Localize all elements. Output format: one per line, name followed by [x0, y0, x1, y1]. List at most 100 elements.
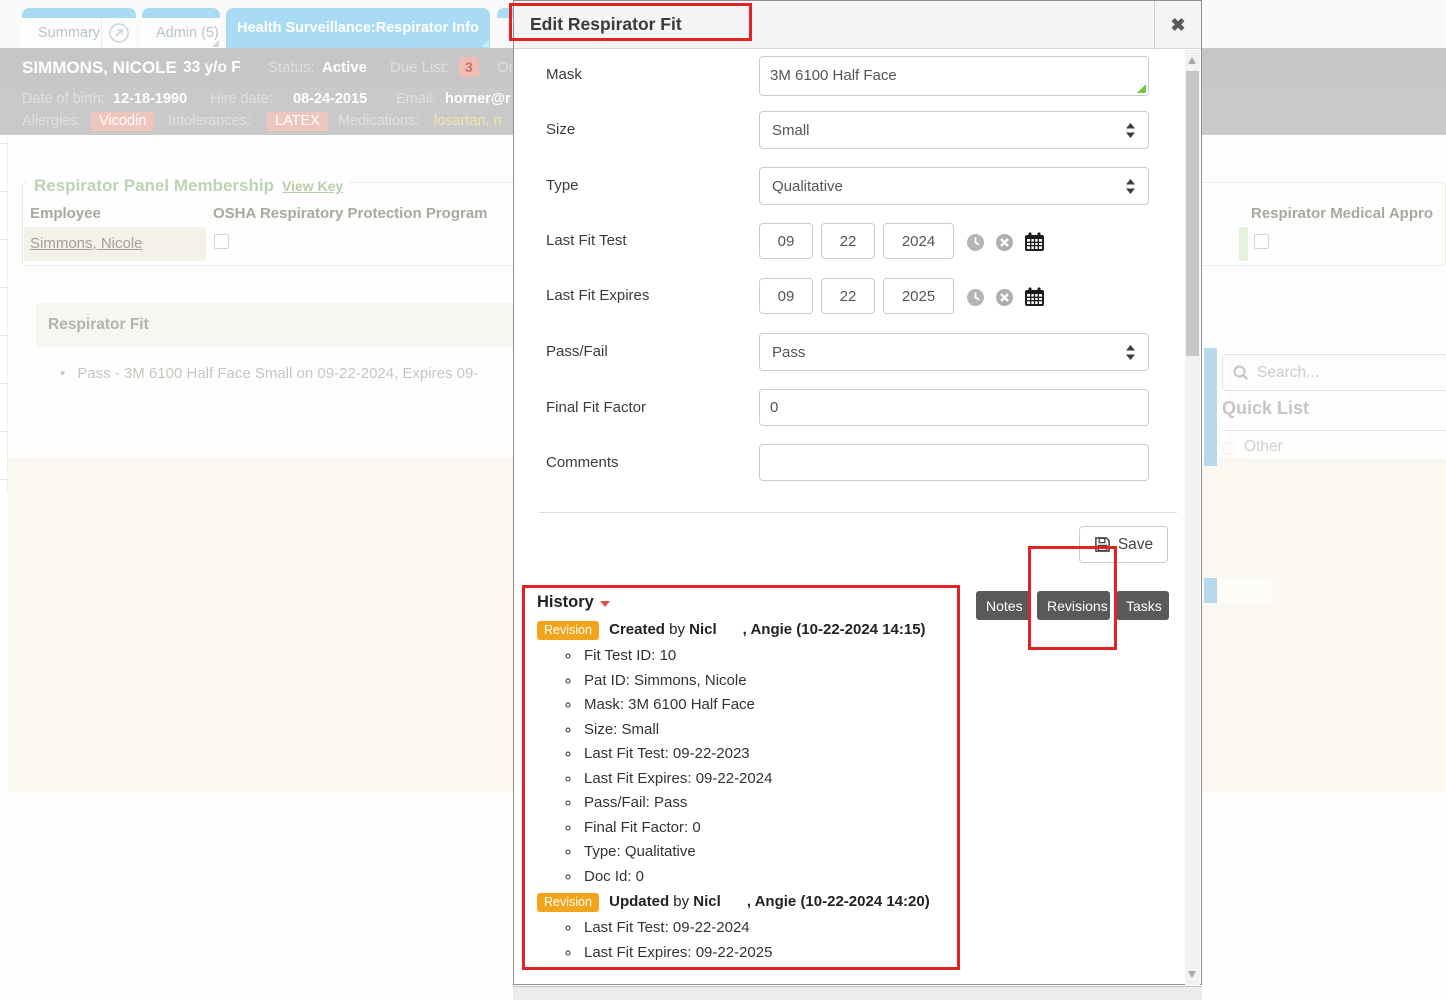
history-detail-list: Fit Test ID: 10 Pat ID: Simmons, Nicole … — [537, 644, 947, 889]
dialog-title: Edit Respirator Fit — [530, 14, 682, 35]
mask-value: 3M 6100 Half Face — [770, 67, 897, 84]
history-detail: Last Fit Expires: 09-22-2025 — [581, 941, 947, 966]
timestamp: (10-22-2024 14:20) — [800, 893, 929, 910]
action-text: Created — [609, 621, 665, 638]
history-title[interactable]: History — [537, 593, 947, 612]
search-input[interactable] — [1257, 364, 1446, 382]
dialog-scrollbar[interactable] — [1185, 50, 1200, 985]
mask-label: Mask — [546, 66, 582, 83]
search-box[interactable] — [1222, 354, 1446, 391]
history-detail: Final Fit Factor: 0 — [581, 816, 947, 841]
quick-list-title: Quick List — [1222, 398, 1309, 419]
close-icon[interactable]: ✖ — [1154, 1, 1201, 49]
lfe-day-input[interactable] — [821, 278, 875, 314]
lfe-month-input[interactable] — [759, 278, 813, 314]
pass-fail-select[interactable]: Pass — [759, 333, 1149, 371]
lft-year-input[interactable] — [883, 223, 954, 259]
hire-date-label: Hire date: — [210, 91, 273, 107]
user-name-part: , Angie — [743, 621, 792, 638]
respirator-fit-entry: •Pass - 3M 6100 Half Face Small on 09-22… — [60, 365, 478, 382]
action-text: Updated — [609, 893, 669, 910]
history-entry-header: Revision Updated by Nicl, Angie (10-22-2… — [537, 891, 947, 913]
scrollbar-thumb[interactable] — [1186, 71, 1199, 356]
history-detail: Last Fit Test: 09-22-2024 — [581, 916, 947, 941]
column-employee: Employee — [30, 205, 101, 222]
intolerances-label: Intolerances: — [168, 113, 251, 129]
divider — [1222, 430, 1446, 431]
osha-program-checkbox[interactable] — [214, 234, 229, 249]
app-screen: Summary Admin (5) Health Surveillance:Re… — [0, 0, 1446, 1000]
tab-admin[interactable]: Admin (5) — [142, 8, 220, 48]
history-detail: Last Fit Expires: 09-22-2024 — [581, 767, 947, 792]
size-select[interactable]: Small — [759, 111, 1149, 149]
lft-day-input[interactable] — [821, 223, 875, 259]
scroll-down-icon[interactable] — [1188, 971, 1196, 978]
last-fit-expires-label: Last Fit Expires — [546, 287, 649, 304]
quick-list-accent-square — [1204, 578, 1217, 603]
medical-approval-checkbox[interactable] — [1254, 234, 1269, 249]
history-detail: Size: Small — [581, 718, 947, 743]
calendar-icon[interactable] — [1024, 232, 1045, 257]
patient-age-sex: 33 y/o F — [183, 59, 241, 77]
last-fit-test-label: Last Fit Test — [546, 232, 627, 249]
history-detail: Last Fit Test: 09-22-2023 — [581, 742, 947, 767]
history-detail-list: Last Fit Test: 09-22-2024 Last Fit Expir… — [537, 916, 947, 965]
tab-health-surveillance[interactable]: Health Surveillance:Respirator Info — [226, 8, 490, 48]
open-in-new-icon[interactable] — [101, 18, 136, 48]
approval-status-cell — [1239, 227, 1248, 261]
clock-icon[interactable] — [966, 233, 985, 257]
save-button-label: Save — [1118, 536, 1153, 554]
type-select[interactable]: Qualitative — [759, 167, 1149, 205]
due-list-count-badge[interactable]: 3 — [459, 57, 479, 77]
comments-label: Comments — [546, 454, 619, 471]
by-text: by — [673, 893, 689, 910]
notes-button[interactable]: Notes — [976, 591, 1031, 620]
revisions-button[interactable]: Revisions — [1037, 591, 1110, 620]
tab-summary-label: Summary — [22, 25, 101, 41]
calendar-icon[interactable] — [1024, 287, 1045, 312]
email-value: horner@r — [445, 91, 511, 107]
pass-fail-value: Pass — [772, 344, 805, 361]
tasks-button[interactable]: Tasks — [1116, 591, 1169, 620]
chevron-down-icon — [600, 601, 610, 607]
comments-input[interactable] — [759, 444, 1149, 481]
status-label: Status: — [268, 59, 315, 76]
lft-month-input[interactable] — [759, 223, 813, 259]
by-text: by — [669, 621, 685, 638]
clock-icon[interactable] — [966, 288, 985, 312]
history-detail: Type: Qualitative — [581, 840, 947, 865]
employee-link[interactable]: Simmons, Nicole — [30, 235, 143, 252]
scroll-up-icon[interactable] — [1188, 57, 1196, 64]
mask-field[interactable]: 3M 6100 Half Face — [759, 56, 1149, 96]
lfe-year-input[interactable] — [883, 278, 954, 314]
column-respirator-medical: Respirator Medical Appro — [1251, 205, 1443, 222]
view-key-link[interactable]: View Key — [282, 178, 343, 194]
history-title-text: History — [537, 593, 594, 612]
resize-handle-icon[interactable] — [1137, 84, 1146, 93]
other-radio[interactable] — [1222, 442, 1235, 455]
tab-summary[interactable]: Summary — [22, 8, 136, 48]
type-value: Qualitative — [772, 178, 843, 195]
clear-date-icon[interactable] — [995, 233, 1014, 257]
quick-list-item-other[interactable]: Other — [1244, 438, 1283, 456]
save-button[interactable]: Save — [1079, 526, 1168, 563]
email-label: Email: — [396, 91, 436, 107]
type-label: Type — [546, 177, 579, 194]
final-fit-factor-input[interactable] — [759, 389, 1149, 426]
edit-respirator-fit-dialog: Edit Respirator Fit ✖ Mask 3M 6100 Half … — [513, 0, 1202, 985]
status-value: Active — [322, 59, 367, 76]
bullet-icon: • — [60, 365, 65, 382]
divider — [1248, 461, 1446, 462]
user-name-part: , Angie — [747, 893, 796, 910]
medications-label: Medications: — [338, 113, 419, 129]
due-list-label: Due List: — [390, 59, 449, 76]
allergies-label: Allergies: — [22, 113, 82, 129]
user-name-part: Nicl — [689, 621, 717, 638]
size-label: Size — [546, 121, 575, 138]
tab-admin-label: Admin (5) — [142, 25, 219, 41]
clear-date-icon[interactable] — [995, 288, 1014, 312]
history-entry-header: Revision Created by Nicl, Angie (10-22-2… — [537, 619, 947, 641]
panel-membership-title: Respirator Panel MembershipView Key — [28, 176, 349, 196]
tab-corner-fold — [482, 40, 489, 47]
pass-fail-label: Pass/Fail — [546, 343, 608, 360]
